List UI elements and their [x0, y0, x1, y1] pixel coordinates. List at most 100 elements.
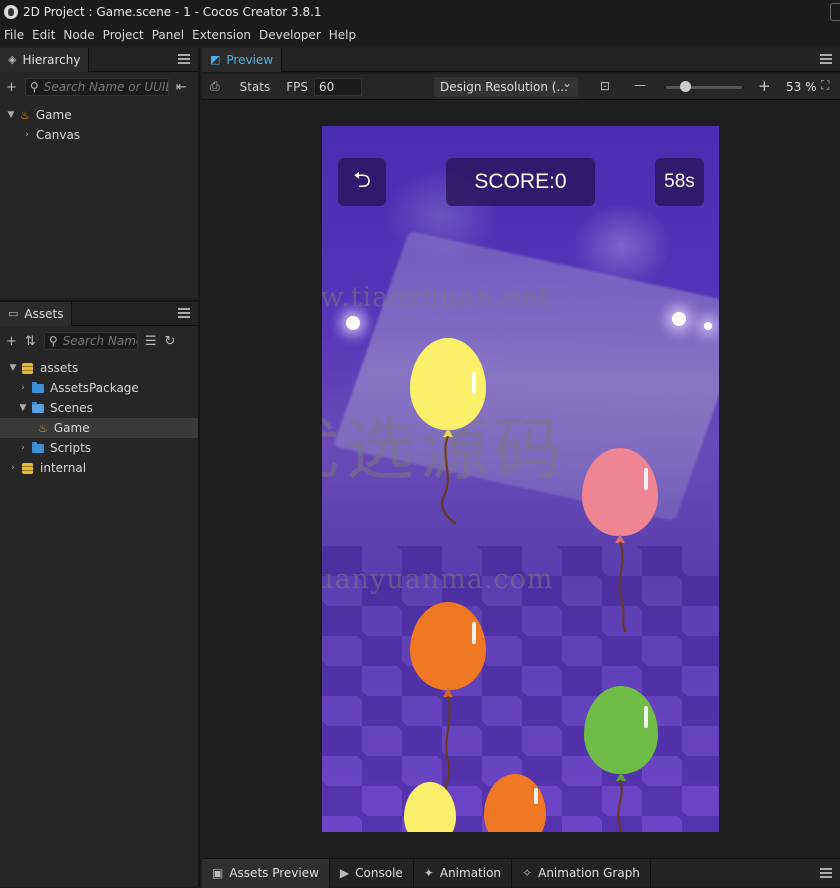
layers-icon: ◈	[8, 53, 17, 66]
tree-item-label: Scenes	[50, 401, 93, 415]
chevron-down-icon[interactable]: ▼	[8, 363, 18, 373]
list-view-icon[interactable]: ☰	[145, 334, 157, 349]
tree-item-assetspackage[interactable]: › AssetsPackage	[0, 378, 198, 398]
search-icon: ⚲	[48, 334, 58, 348]
balloon-body	[410, 602, 486, 690]
assets-search-placeholder: Search Name	[62, 334, 138, 348]
add-node-icon[interactable]: +	[6, 80, 17, 95]
chevron-right-icon[interactable]: ›	[8, 463, 18, 473]
assets-menu-icon[interactable]	[178, 308, 190, 318]
zoom-slider-handle[interactable]	[680, 81, 691, 92]
refresh-icon[interactable]: ↻	[164, 334, 175, 349]
balloon-body	[404, 782, 456, 832]
console-icon: ▶	[339, 866, 350, 880]
balloon-green[interactable]	[582, 686, 662, 832]
assets-header: ▭ Assets	[0, 301, 198, 326]
tab-animation[interactable]: ✦ Animation	[414, 858, 513, 888]
balloon-string	[618, 542, 627, 633]
fps-input[interactable]: 60	[314, 77, 363, 96]
watermark-url: www.tiaozhuan.net	[322, 282, 551, 313]
preview-icon: ◩	[210, 53, 221, 66]
folder-icon	[32, 441, 44, 453]
balloon-pink[interactable]	[580, 448, 660, 638]
menu-project[interactable]: Project	[103, 28, 144, 42]
scene-icon: ♨	[20, 108, 30, 122]
balloon-shine	[644, 468, 648, 490]
chevron-down-icon[interactable]: ▼	[18, 403, 28, 413]
zoom-in-button[interactable]: +	[758, 77, 771, 95]
balloon-body	[584, 686, 658, 774]
game-viewport[interactable]: ⮌ SCORE:0 58s www.tiaozhuan.net 优选源码 u.x…	[322, 126, 719, 832]
balloon-orange-small[interactable]	[482, 774, 552, 832]
chevron-right-icon[interactable]: ›	[22, 130, 32, 140]
menu-node[interactable]: Node	[63, 28, 94, 42]
menu-panel[interactable]: Panel	[152, 28, 184, 42]
zoom-slider[interactable]	[666, 86, 742, 89]
tree-item-internal[interactable]: › internal	[0, 458, 198, 478]
screenshot-icon[interactable]: ⎙	[210, 79, 220, 94]
tree-item-game-scene[interactable]: ♨ Game	[0, 418, 198, 438]
bottom-menu-icon[interactable]	[820, 868, 832, 878]
folder-icon: ▭	[8, 307, 19, 320]
tree-item-scripts[interactable]: › Scripts	[0, 438, 198, 458]
menu-edit[interactable]: Edit	[32, 28, 55, 42]
back-button[interactable]: ⮌	[338, 158, 386, 206]
stats-toggle[interactable]: Stats	[240, 80, 271, 94]
menu-help[interactable]: Help	[329, 28, 356, 42]
hierarchy-menu-icon[interactable]	[178, 54, 190, 64]
tree-item-label: Scripts	[50, 441, 92, 455]
chevron-right-icon[interactable]: ›	[18, 443, 28, 453]
balloon-yellow[interactable]	[408, 338, 488, 525]
tree-item-canvas[interactable]: › Canvas	[0, 125, 198, 145]
cocos-logo-icon	[4, 5, 18, 19]
assets-panel: ▭ Assets + ⇅ ⚲ Search Name ☰ ↻ ▼ assets …	[0, 300, 200, 887]
design-resolution-select[interactable]: Design Resolution (...	[434, 76, 578, 97]
sort-icon[interactable]: ⇅	[25, 334, 36, 349]
menu-file[interactable]: File	[4, 28, 24, 42]
lock-icon[interactable]: ⊡	[600, 79, 610, 93]
tree-item-scenes[interactable]: ▼ Scenes	[0, 398, 198, 418]
tab-assets[interactable]: ▭ Assets	[0, 301, 73, 326]
menu-extension[interactable]: Extension	[192, 28, 251, 42]
chevron-down-icon[interactable]: ▼	[6, 110, 16, 120]
chevron-right-icon[interactable]: ›	[18, 383, 28, 393]
title-bar: 2D Project : Game.scene - 1 - Cocos Crea…	[0, 0, 840, 24]
tab-label: Assets Preview	[229, 866, 319, 880]
database-icon	[22, 362, 33, 374]
tab-hierarchy-label: Hierarchy	[22, 52, 81, 67]
menu-developer[interactable]: Developer	[259, 28, 321, 42]
balloon-body	[582, 448, 658, 536]
hierarchy-header: ◈ Hierarchy	[0, 47, 198, 72]
tree-item-label: Game	[53, 421, 90, 435]
balloon-string	[444, 696, 451, 795]
hierarchy-toolbar: + ⚲ Search Name or UUID ⇤	[0, 74, 200, 100]
balloon-shine	[472, 622, 476, 644]
stage-light	[346, 316, 360, 330]
stage-light	[672, 312, 686, 326]
scene-icon: ♨	[38, 421, 48, 435]
balloon-orange[interactable]	[408, 602, 488, 802]
window-control-button[interactable]	[830, 3, 840, 21]
hierarchy-search-input[interactable]: ⚲ Search Name or UUID	[24, 78, 169, 96]
tab-console[interactable]: ▶ Console	[330, 858, 414, 888]
tree-item-assets[interactable]: ▼ assets	[0, 358, 198, 378]
zoom-out-button[interactable]: —	[634, 78, 646, 92]
balloon-shine	[534, 788, 538, 804]
tree-item-label: AssetsPackage	[50, 381, 139, 395]
tab-hierarchy[interactable]: ◈ Hierarchy	[0, 47, 90, 72]
animation-graph-icon: ✧	[522, 866, 533, 880]
menu-bar: File Edit Node Project Panel Extension D…	[0, 24, 840, 46]
open-folder-icon	[32, 401, 44, 413]
assets-search-input[interactable]: ⚲ Search Name	[43, 332, 138, 350]
tree-item-game[interactable]: ▼ ♨ Game	[0, 105, 198, 125]
back-arrow-icon: ⮌	[353, 167, 371, 192]
collapse-icon[interactable]: ⇤	[176, 80, 187, 95]
tab-preview[interactable]: ◩ Preview	[202, 47, 283, 72]
tab-assets-preview[interactable]: ▣ Assets Preview	[202, 858, 330, 888]
balloon-yellow-small[interactable]	[402, 782, 462, 832]
fit-screen-icon[interactable]: ⛶	[821, 78, 829, 93]
add-asset-icon[interactable]: +	[6, 334, 17, 349]
preview-menu-icon[interactable]	[820, 54, 832, 64]
image-icon: ▣	[212, 866, 224, 880]
tab-animation-graph[interactable]: ✧ Animation Graph	[512, 858, 651, 888]
